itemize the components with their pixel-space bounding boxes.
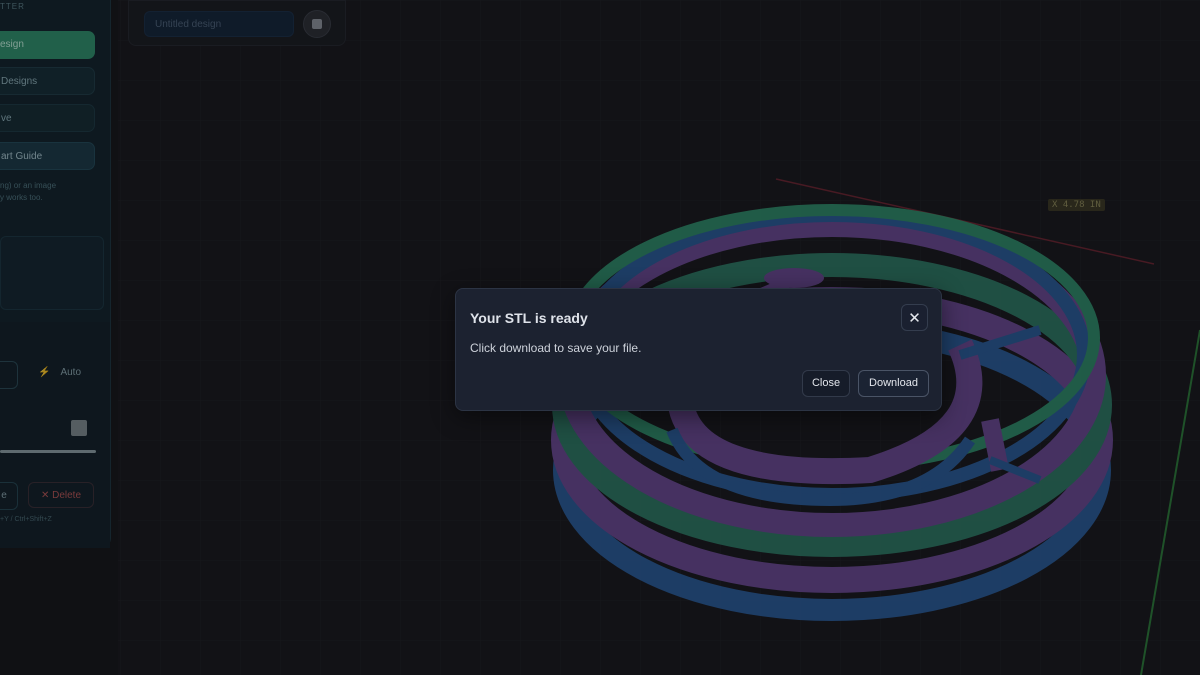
dialog-message: Click download to save your file. [470,341,642,355]
stl-ready-dialog: Your STL is ready ✕ Click download to sa… [455,288,942,411]
close-button[interactable]: Close [802,370,850,397]
dialog-title: Your STL is ready [470,310,588,326]
close-icon[interactable]: ✕ [901,304,928,331]
download-button[interactable]: Download [858,370,929,397]
